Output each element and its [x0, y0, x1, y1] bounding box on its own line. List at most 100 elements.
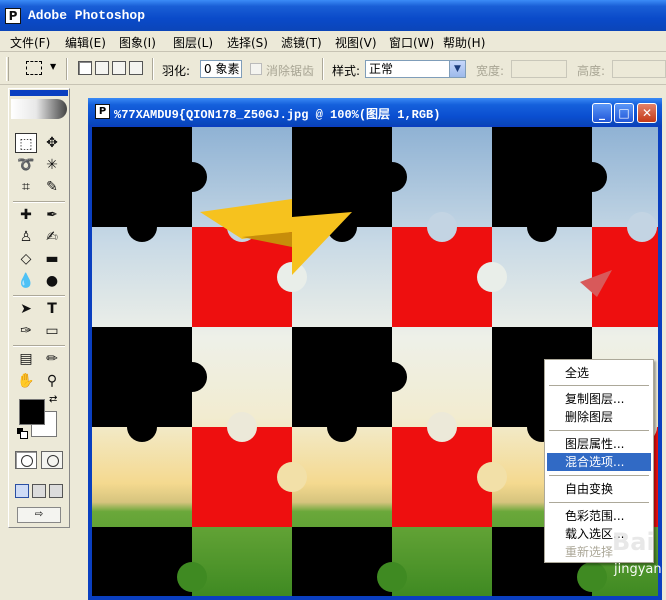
- puzzle-knob: [177, 562, 207, 592]
- eyedropper-tool-icon[interactable]: ✏: [41, 349, 63, 369]
- menu-item-color-range[interactable]: 色彩范围...: [547, 507, 651, 525]
- toolbox-header[interactable]: [10, 90, 68, 96]
- menu-item-duplicate-layer[interactable]: 复制图层...: [547, 390, 651, 408]
- marquee-preset-icon[interactable]: [26, 61, 42, 75]
- rectangular-marquee-tool-icon[interactable]: ⬚: [15, 133, 37, 153]
- options-bar-grip[interactable]: [6, 57, 9, 81]
- standard-screen-mode-button[interactable]: [15, 484, 29, 498]
- height-input[interactable]: [612, 60, 666, 78]
- hand-tool-icon[interactable]: ✋: [15, 371, 37, 391]
- separator: [13, 201, 65, 203]
- subtract-from-selection-button[interactable]: [112, 61, 126, 75]
- separator: [549, 430, 649, 431]
- notes-tool-icon[interactable]: ▤: [15, 349, 37, 369]
- crop-tool-icon[interactable]: ⌗: [15, 177, 37, 197]
- chevron-down-icon[interactable]: ▼: [449, 61, 465, 77]
- app-title-bar: P Adobe Photoshop: [0, 0, 666, 31]
- blur-tool-icon[interactable]: 💧: [15, 271, 37, 291]
- feather-label: 羽化:: [162, 64, 191, 78]
- zoom-tool-icon[interactable]: ⚲: [41, 371, 63, 391]
- separator: [66, 58, 68, 80]
- separator: [152, 58, 154, 80]
- document-title-bar[interactable]: P %77XAMDU9{QION178_Z50GJ.jpg @ 100%(图层 …: [88, 98, 662, 125]
- chevron-down-icon[interactable]: ▼: [50, 62, 56, 71]
- healing-brush-tool-icon[interactable]: ✚: [15, 205, 37, 225]
- puzzle-knob: [427, 212, 457, 242]
- brush-tool-icon[interactable]: ✒: [41, 205, 63, 225]
- menu-item-select-all[interactable]: 全选: [547, 364, 651, 382]
- gradient-tool-icon[interactable]: ▬: [41, 249, 63, 269]
- puzzle-knob: [377, 362, 407, 392]
- foreground-color-swatch[interactable]: [19, 399, 45, 425]
- puzzle-knob: [477, 462, 507, 492]
- menu-item-layer-properties[interactable]: 图层属性...: [547, 435, 651, 453]
- puzzle-knob: [377, 162, 407, 192]
- rectangle-tool-icon[interactable]: ▭: [41, 321, 63, 341]
- new-selection-button[interactable]: [78, 61, 92, 75]
- puzzle-knob: [327, 412, 357, 442]
- magic-wand-tool-icon[interactable]: ✳: [41, 155, 63, 175]
- puzzle-knob: [377, 562, 407, 592]
- move-tool-icon[interactable]: ✥: [41, 133, 63, 153]
- lasso-tool-icon[interactable]: ➰: [15, 155, 37, 175]
- minimize-button[interactable]: _: [592, 103, 612, 123]
- menu-item-free-transform[interactable]: 自由变换: [547, 480, 651, 498]
- puzzle-knob: [627, 212, 657, 242]
- standard-mode-button[interactable]: [15, 451, 37, 469]
- eraser-tool-icon[interactable]: ◇: [15, 249, 37, 269]
- close-button[interactable]: ✕: [637, 103, 657, 123]
- menu-view[interactable]: 视图(V): [335, 34, 377, 51]
- separator: [13, 345, 65, 347]
- menu-select[interactable]: 选择(S): [227, 34, 268, 51]
- type-tool-icon[interactable]: T: [41, 299, 63, 319]
- quick-mask-mode-button[interactable]: [41, 451, 63, 469]
- menu-edit[interactable]: 编辑(E): [65, 34, 106, 51]
- antialias-checkbox[interactable]: [250, 63, 262, 75]
- clone-stamp-tool-icon[interactable]: ♙: [15, 227, 37, 247]
- width-input[interactable]: [511, 60, 567, 78]
- menu-item-blending-options[interactable]: 混合选项...: [547, 453, 651, 471]
- app-title: Adobe Photoshop: [28, 8, 146, 23]
- separator: [549, 475, 649, 476]
- separator: [549, 385, 649, 386]
- pen-tool-icon[interactable]: ✑: [15, 321, 37, 341]
- menu-image[interactable]: 图象(I): [119, 34, 156, 51]
- puzzle-knob: [577, 562, 607, 592]
- default-colors-icon[interactable]: [17, 428, 28, 439]
- puzzle-tile: [292, 527, 392, 596]
- menu-file[interactable]: 文件(F): [10, 34, 50, 51]
- puzzle-knob: [427, 412, 457, 442]
- swap-colors-icon[interactable]: ⇄: [49, 394, 57, 405]
- jump-to-imageready-icon[interactable]: ⇨: [17, 507, 61, 523]
- add-to-selection-button[interactable]: [95, 61, 109, 75]
- menu-bar: 文件(F) 编辑(E) 图象(I) 图层(L) 选择(S) 滤镜(T) 视图(V…: [0, 31, 666, 52]
- history-brush-tool-icon[interactable]: ✍: [41, 227, 63, 247]
- puzzle-tile: [92, 527, 192, 596]
- menu-item-delete-layer[interactable]: 删除图层: [547, 408, 651, 426]
- full-screen-mode-button[interactable]: [49, 484, 63, 498]
- menu-layer[interactable]: 图层(L): [173, 34, 213, 51]
- maximize-button[interactable]: □: [614, 103, 634, 123]
- puzzle-knob: [127, 212, 157, 242]
- puzzle-knob: [577, 162, 607, 192]
- style-select[interactable]: 正常 ▼: [365, 60, 466, 78]
- menu-window[interactable]: 窗口(W): [389, 34, 434, 51]
- separator: [549, 502, 649, 503]
- menu-help[interactable]: 帮助(H): [443, 34, 485, 51]
- dodge-tool-icon[interactable]: ●: [41, 271, 63, 291]
- photoshop-feather-logo[interactable]: [11, 99, 67, 119]
- photoshop-logo-icon: P: [5, 8, 21, 24]
- puzzle-knob: [527, 212, 557, 242]
- feather-input[interactable]: 0 象素: [200, 60, 242, 78]
- full-screen-menu-mode-button[interactable]: [32, 484, 46, 498]
- menu-filter[interactable]: 滤镜(T): [281, 34, 322, 51]
- separator: [13, 295, 65, 297]
- slice-tool-icon[interactable]: ✎: [41, 177, 63, 197]
- options-bar: ▼ 羽化: 0 象素 消除锯齿 样式: 正常 ▼ 宽度: 高度:: [0, 53, 666, 85]
- width-label: 宽度:: [476, 64, 505, 78]
- watermark-text: jingyan: [614, 562, 662, 577]
- path-selection-tool-icon[interactable]: ➤: [15, 299, 37, 319]
- intersect-selection-button[interactable]: [129, 61, 143, 75]
- style-select-value: 正常: [369, 62, 394, 76]
- puzzle-knob: [177, 362, 207, 392]
